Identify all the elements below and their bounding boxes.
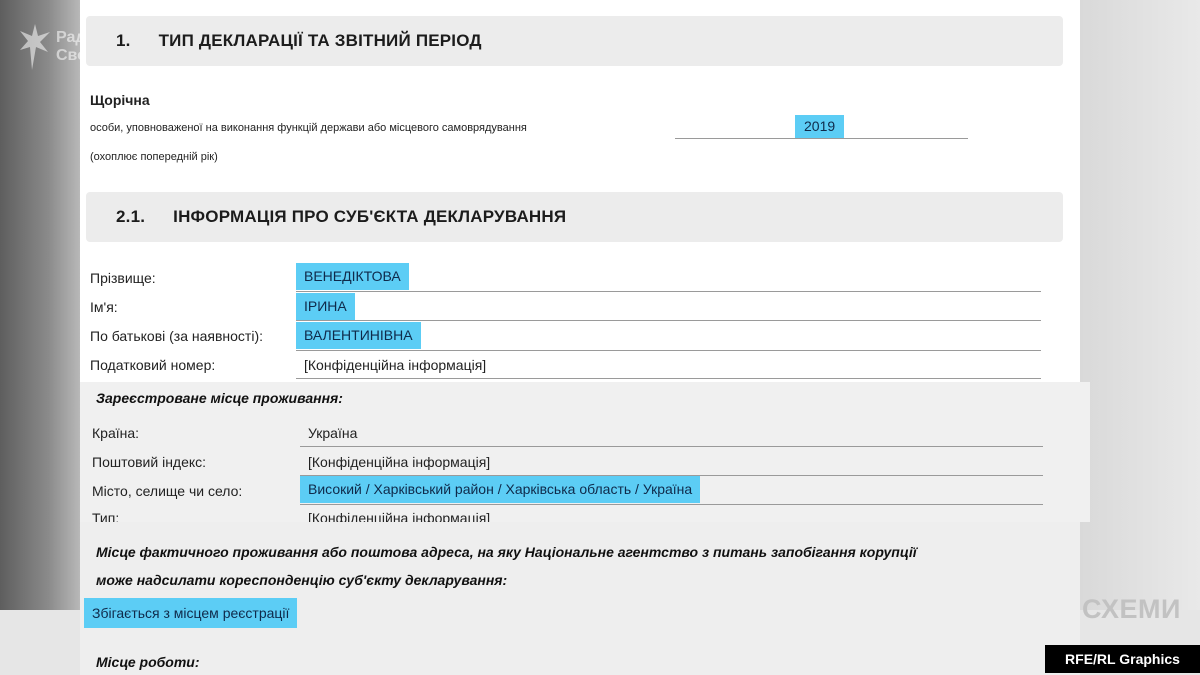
declaration-type-annual: Щорічна (90, 92, 150, 108)
first-name-underline (296, 320, 1041, 321)
background-right (1080, 0, 1200, 675)
tax-number-underline (296, 378, 1041, 379)
graphics-credit: RFE/RL Graphics (1045, 645, 1200, 673)
reporting-year: 2019 (795, 115, 845, 138)
city-value: Високий / Харківський район / Харківська… (300, 476, 701, 503)
city-label: Місто, селище чи село: (92, 483, 243, 499)
schemy-logo: СХЕМИ (1082, 594, 1181, 624)
postal-code-value: [Конфіденційна інформація] (308, 454, 491, 470)
patronymic-value: ВАЛЕНТИНІВНА (296, 322, 421, 349)
actual-residence-title-line2: може надсилати кореспонденцію суб'єкту д… (96, 572, 508, 588)
year-underline (675, 138, 968, 139)
city-underline (300, 504, 1043, 505)
tax-number-label: Податковий номер: (90, 357, 216, 373)
first-name-label: Ім'я: (90, 299, 118, 315)
type-row-clip: Тип: [Конфіденційна інформація] (80, 506, 1090, 522)
background-left (0, 0, 80, 675)
section-1-title: ТИП ДЕКЛАРАЦІЇ ТА ЗВІТНИЙ ПЕРІОД (158, 31, 482, 50)
type-label: Тип: (92, 510, 120, 522)
section-1-number: 1. (116, 31, 131, 50)
tax-number-value: [Конфіденційна інформація] (304, 357, 487, 373)
work-place-title: Місце роботи: (96, 654, 200, 670)
country-label: Країна: (92, 425, 140, 441)
person-description: особи, уповноваженої на виконання функці… (90, 122, 527, 134)
section-1-header: 1. ТИП ДЕКЛАРАЦІЇ ТА ЗВІТНИЙ ПЕРІОД (86, 16, 1063, 66)
surname-label: Прізвище: (90, 270, 156, 286)
actual-residence-title-line1: Місце фактичного проживання або поштова … (96, 544, 917, 560)
surname-value: ВЕНЕДІКТОВА (296, 263, 409, 290)
surname-underline (296, 291, 1041, 292)
type-value: [Конфіденційна інформація] (308, 510, 491, 522)
registered-residence-title: Зареєстроване місце проживання: (96, 390, 343, 406)
section-2-1-number: 2.1. (116, 207, 146, 226)
country-underline (300, 446, 1043, 447)
patronymic-label: По батькові (за наявності): (90, 328, 264, 344)
section-2-1-header: 2.1. ІНФОРМАЦІЯ ПРО СУБ'ЄКТА ДЕКЛАРУВАНН… (86, 192, 1063, 242)
covers-previous-year: (охоплює попередній рік) (90, 151, 218, 163)
first-name-value: ІРИНА (296, 293, 355, 320)
radio-svoboda-logo-icon (20, 24, 50, 70)
patronymic-underline (296, 350, 1041, 351)
postal-code-label: Поштовий індекс: (92, 454, 207, 470)
actual-residence-value: Збігається з місцем реєстрації (84, 598, 298, 628)
section-2-1-title: ІНФОРМАЦІЯ ПРО СУБ'ЄКТА ДЕКЛАРУВАННЯ (173, 207, 567, 226)
country-value: Україна (308, 425, 358, 441)
